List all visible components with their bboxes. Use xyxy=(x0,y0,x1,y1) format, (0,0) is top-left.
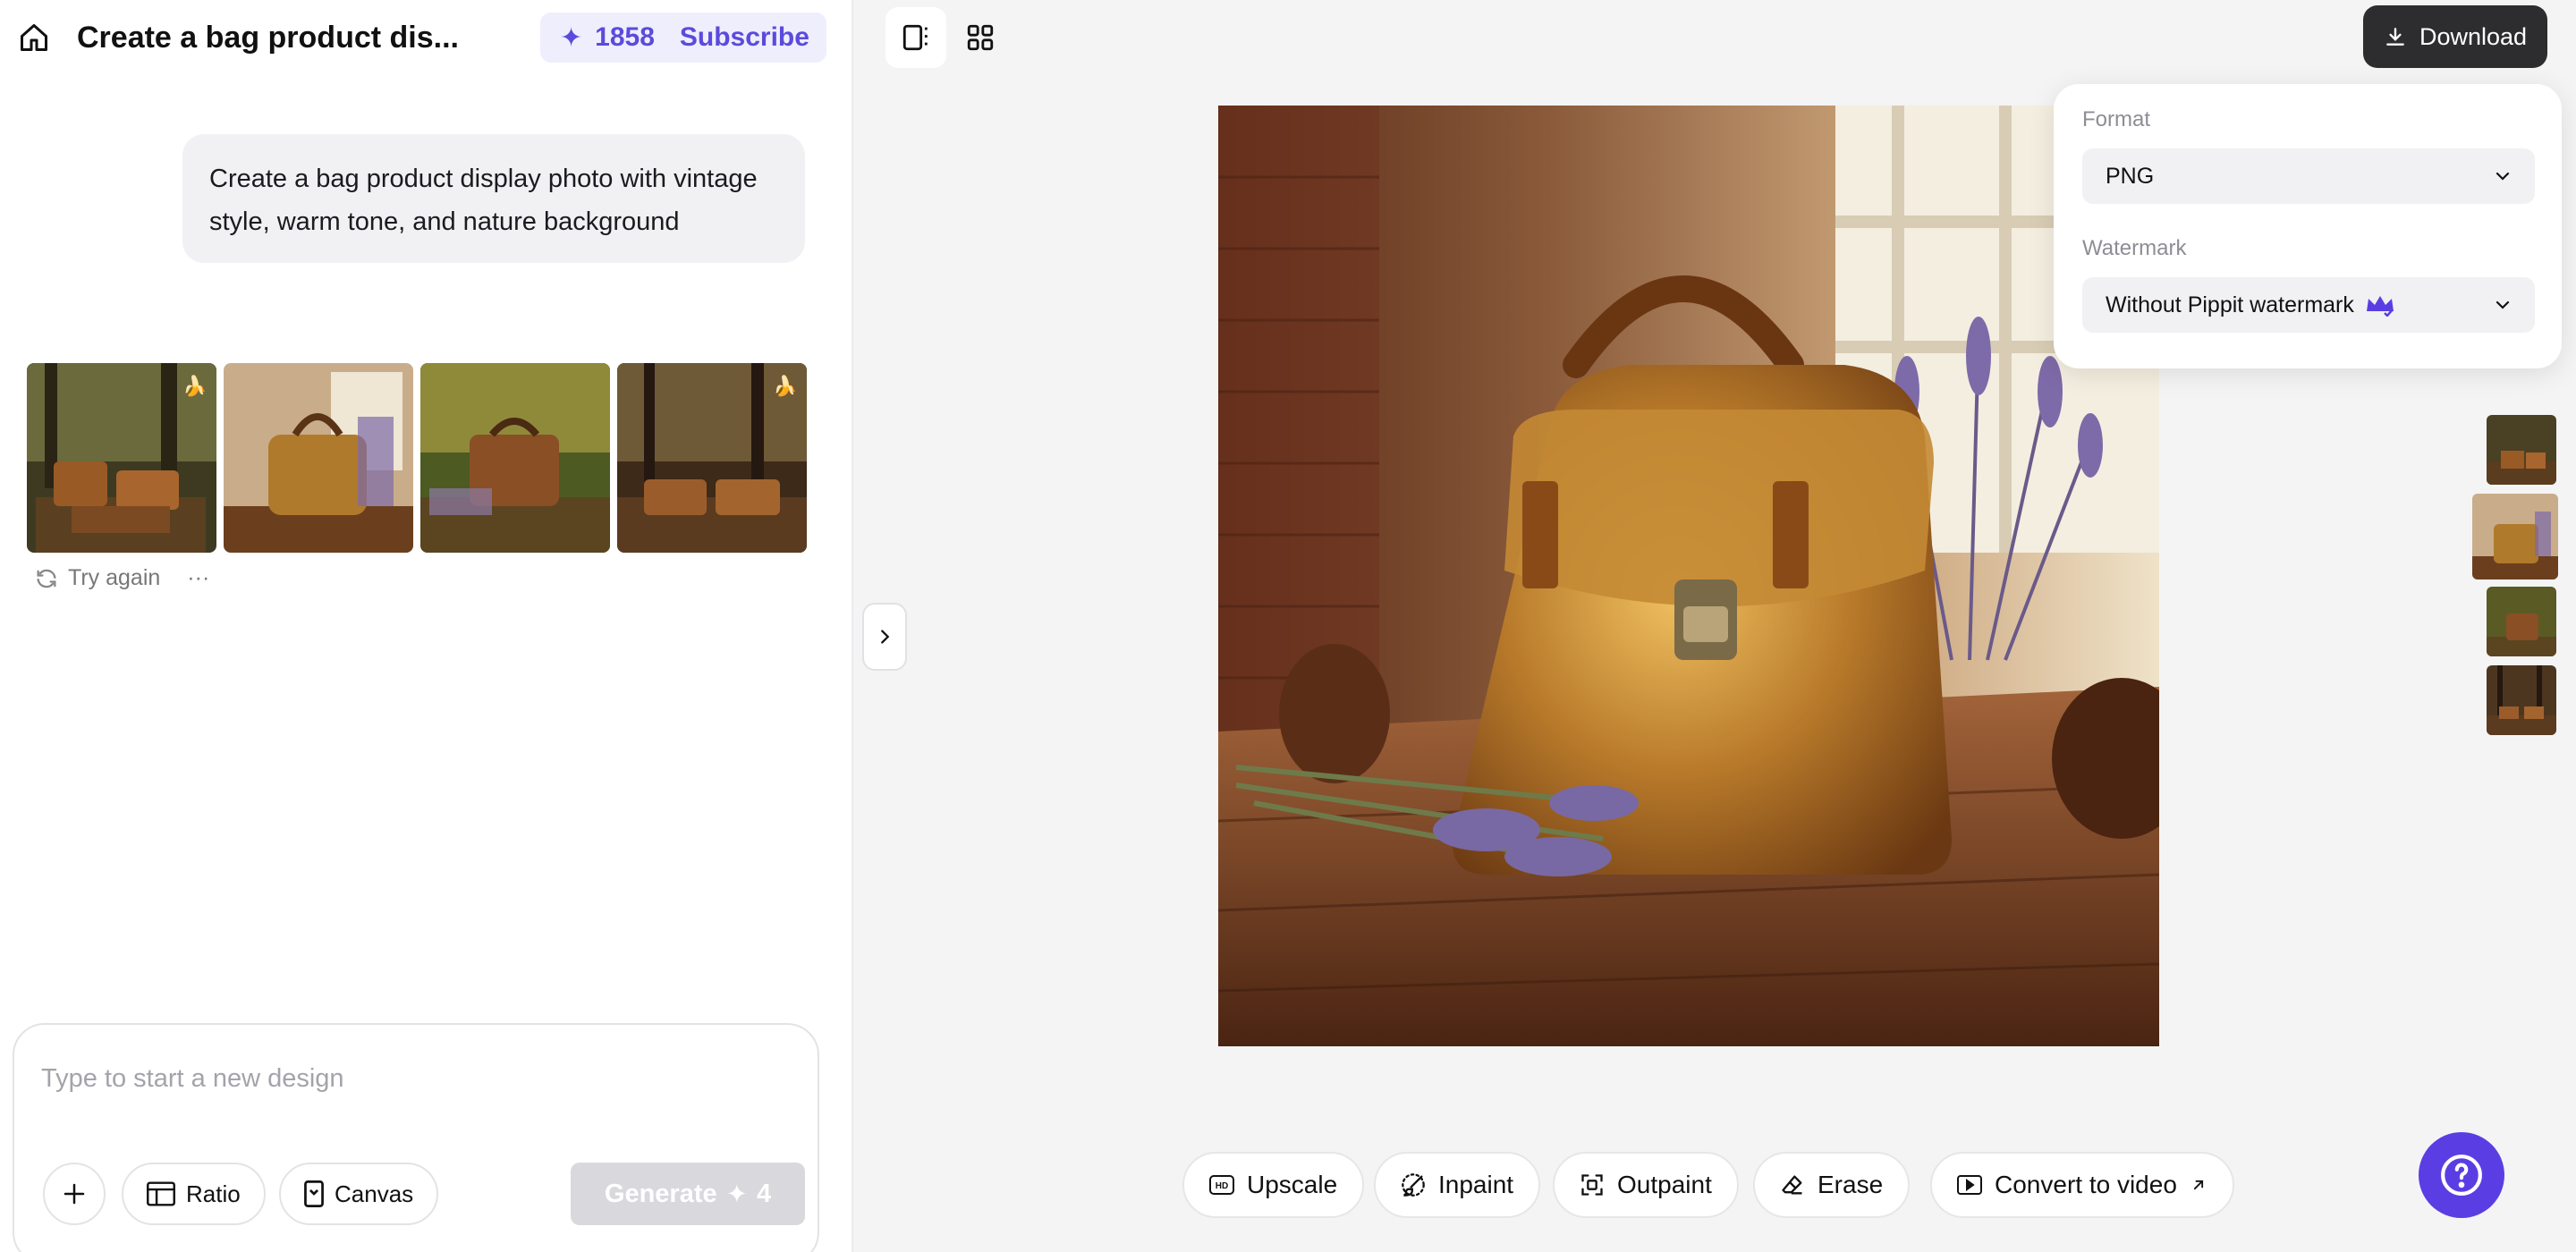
side-thumbnail-2-selected[interactable] xyxy=(2472,494,2558,579)
left-panel: Create a bag product dis... ✦ 1858 Subsc… xyxy=(0,0,853,1252)
side-thumbnail-1[interactable] xyxy=(2487,415,2556,485)
format-select[interactable]: PNG xyxy=(2082,148,2535,204)
upscale-button[interactable]: HD Upscale xyxy=(1182,1152,1365,1218)
message-actions: Try again ··· xyxy=(34,565,209,591)
expand-icon xyxy=(1581,1174,1603,1196)
upscale-label: Upscale xyxy=(1247,1171,1338,1198)
video-icon xyxy=(1957,1175,1982,1195)
side-thumbnail-1-image xyxy=(2487,415,2556,485)
refresh-icon xyxy=(37,569,56,588)
download-button[interactable]: Download xyxy=(2363,5,2547,68)
panel-view-icon xyxy=(902,24,928,51)
credits-bar: ✦ 1858 Subscribe xyxy=(540,13,826,63)
credits-count: 1858 xyxy=(595,22,655,52)
outpaint-button[interactable]: Outpaint xyxy=(1553,1152,1739,1218)
watermark-select[interactable]: Without Pippit watermark xyxy=(2082,277,2535,333)
single-view-button[interactable] xyxy=(886,7,946,68)
chevron-down-icon xyxy=(2496,300,2510,309)
banana-badge-icon: 🍌 xyxy=(773,375,798,397)
thumbnail-3[interactable] xyxy=(420,363,610,553)
side-thumbnail-2-image xyxy=(2472,494,2558,579)
help-button[interactable] xyxy=(2419,1132,2504,1218)
download-options-panel: Format PNG Watermark Without Pippit wate… xyxy=(2054,84,2562,368)
main-canvas-image[interactable] xyxy=(1218,106,2159,1046)
thumbnail-3-image xyxy=(420,363,610,553)
banana-badge-icon: 🍌 xyxy=(182,375,208,397)
more-options-button[interactable]: ··· xyxy=(187,565,209,591)
download-label: Download xyxy=(2419,22,2528,50)
home-button[interactable] xyxy=(16,20,52,55)
side-thumbnail-3[interactable] xyxy=(2487,587,2556,656)
try-again-label: Try again xyxy=(68,565,161,590)
generate-button[interactable]: Generate ✦ 4 xyxy=(571,1163,805,1225)
download-icon xyxy=(2386,28,2404,46)
side-thumbnail-4[interactable] xyxy=(2487,665,2556,735)
generate-cost: 4 xyxy=(756,1179,772,1208)
svg-text:HD: HD xyxy=(1216,1181,1228,1191)
grid-icon xyxy=(967,24,994,51)
side-thumbnail-4-image xyxy=(2487,665,2556,735)
external-arrow-icon xyxy=(2193,1180,2203,1190)
thumbnail-2[interactable] xyxy=(224,363,413,553)
eraser-icon xyxy=(1782,1175,1802,1195)
watermark-value-wrap: Without Pippit watermark xyxy=(2106,292,2395,318)
question-icon xyxy=(2441,1155,2482,1196)
watermark-value: Without Pippit watermark xyxy=(2106,292,2354,317)
canvas-button[interactable]: Canvas xyxy=(279,1163,439,1225)
ratio-icon xyxy=(147,1181,175,1206)
watermark-label: Watermark xyxy=(2082,236,2187,260)
bag-product-image xyxy=(1218,106,2159,1046)
page-title: Create a bag product dis... xyxy=(77,21,459,55)
try-again-button[interactable]: Try again xyxy=(34,565,160,591)
thumbnail-1[interactable]: 🍌 xyxy=(27,363,216,553)
format-label: Format xyxy=(2082,107,2151,131)
home-icon xyxy=(21,24,47,51)
canvas-label: Canvas xyxy=(335,1180,414,1207)
expand-panel-button[interactable] xyxy=(862,603,907,671)
plus-icon xyxy=(64,1183,85,1205)
sparkle-icon: ✦ xyxy=(560,22,583,53)
ratio-label: Ratio xyxy=(186,1180,241,1207)
convert-to-video-button[interactable]: Convert to video xyxy=(1930,1152,2234,1218)
chevron-right-icon xyxy=(881,630,890,644)
thumbnail-2-image xyxy=(224,363,413,553)
outpaint-label: Outpaint xyxy=(1617,1171,1712,1198)
convert-label: Convert to video xyxy=(1995,1171,2177,1198)
generate-label: Generate xyxy=(604,1179,717,1208)
erase-label: Erase xyxy=(1818,1171,1884,1198)
brush-icon xyxy=(1402,1173,1425,1197)
hd-icon: HD xyxy=(1209,1175,1234,1195)
inpaint-button[interactable]: Inpaint xyxy=(1374,1152,1541,1218)
ratio-button[interactable]: Ratio xyxy=(122,1163,266,1225)
add-button[interactable] xyxy=(43,1163,106,1225)
thumbnail-4[interactable]: 🍌 xyxy=(617,363,807,553)
crown-icon xyxy=(2366,296,2394,317)
user-prompt-bubble: Create a bag product display photo with … xyxy=(182,134,805,263)
prompt-input[interactable] xyxy=(41,1052,792,1105)
canvas-icon xyxy=(304,1180,324,1207)
sparkle-icon: ✦ xyxy=(725,1180,748,1209)
subscribe-button[interactable]: Subscribe xyxy=(680,22,809,53)
format-value: PNG xyxy=(2106,163,2155,189)
chevron-down-icon xyxy=(2496,172,2510,181)
inpaint-label: Inpaint xyxy=(1438,1171,1514,1198)
result-thumbnails: 🍌 🍌 xyxy=(27,363,807,553)
side-thumbnail-3-image xyxy=(2487,587,2556,656)
erase-button[interactable]: Erase xyxy=(1753,1152,1911,1218)
grid-view-button[interactable] xyxy=(950,7,1011,68)
composer: Ratio Canvas Generate ✦ 4 xyxy=(13,1023,819,1252)
